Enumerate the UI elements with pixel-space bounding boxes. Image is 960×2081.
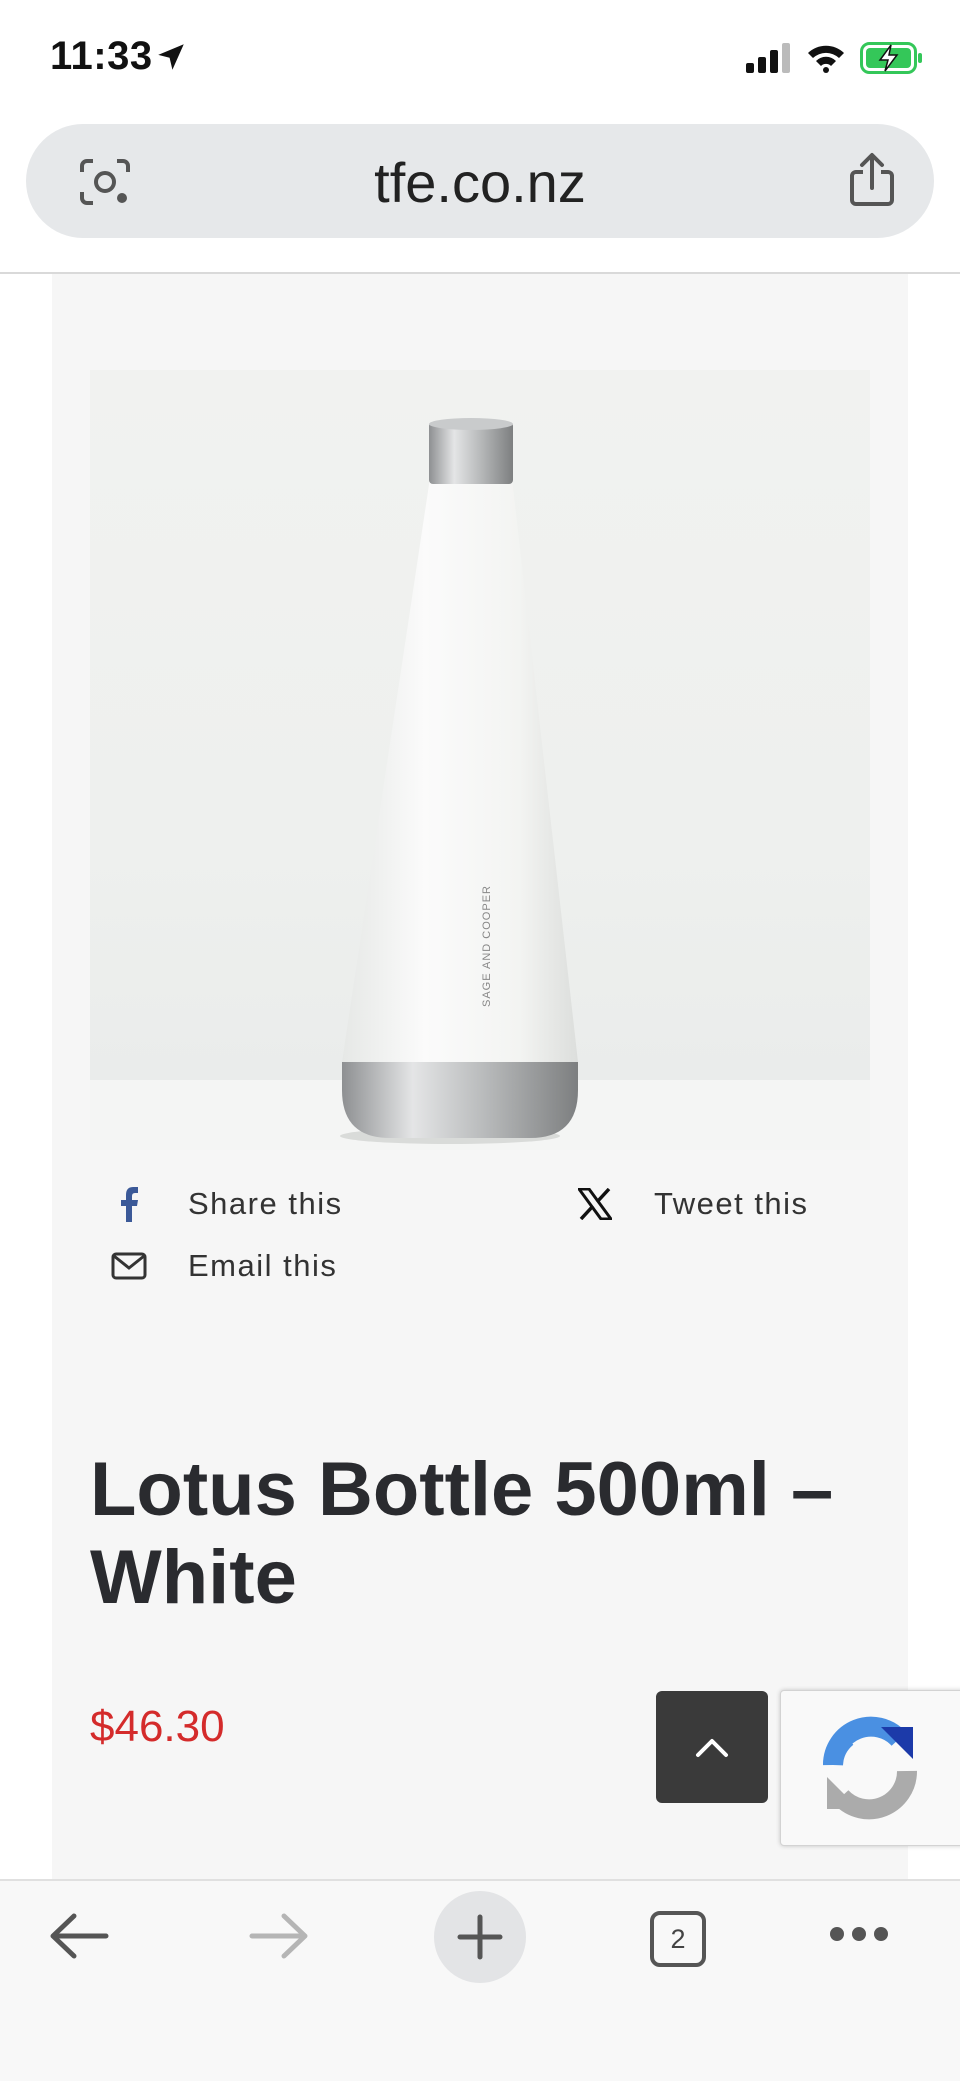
facebook-icon [108, 1186, 150, 1222]
wifi-icon [806, 43, 846, 78]
x-twitter-icon [574, 1188, 616, 1220]
share-email-label: Email this [188, 1248, 338, 1283]
location-arrow-icon [154, 40, 188, 79]
back-arrow-icon[interactable] [48, 1911, 110, 1961]
share-email[interactable]: Email this [108, 1248, 337, 1284]
chevron-up-icon [696, 1739, 728, 1757]
more-options-icon[interactable] [828, 1925, 890, 1943]
new-tab-button[interactable] [434, 1891, 526, 1983]
browser-toolbar: 2 [0, 1879, 960, 2081]
bottle-illustration: SAGE AND COOPER [340, 418, 578, 1144]
battery-charging-icon [860, 42, 924, 79]
recaptcha-icon [817, 1713, 923, 1828]
status-bar: 11:33 [0, 0, 960, 118]
share-twitter-label: Tweet this [654, 1186, 809, 1221]
plus-icon [457, 1914, 503, 1960]
share-facebook-label: Share this [188, 1186, 343, 1221]
tab-switcher-button[interactable]: 2 [650, 1911, 706, 1967]
share-facebook[interactable]: Share this [108, 1186, 343, 1222]
email-icon [108, 1252, 150, 1280]
address-bar[interactable]: tfe.co.nz [26, 124, 934, 238]
product-content: SAGE AND COOPER Share this Tweet this Em… [52, 274, 908, 1879]
status-time: 11:33 [50, 34, 153, 78]
back-to-top-button[interactable] [656, 1691, 768, 1803]
url-text[interactable]: tfe.co.nz [26, 150, 934, 215]
signal-icon [746, 43, 792, 78]
forward-arrow-icon[interactable] [248, 1911, 310, 1961]
product-title: Lotus Bottle 500ml – White [90, 1447, 834, 1620]
recaptcha-badge[interactable] [780, 1690, 960, 1846]
share-icon[interactable] [848, 152, 896, 213]
share-twitter[interactable]: Tweet this [574, 1186, 809, 1222]
status-icons [746, 42, 924, 79]
product-image[interactable]: SAGE AND COOPER [90, 370, 870, 1150]
product-price: $46.30 [90, 1702, 225, 1751]
bottle-brand-text: SAGE AND COOPER [481, 885, 493, 1007]
